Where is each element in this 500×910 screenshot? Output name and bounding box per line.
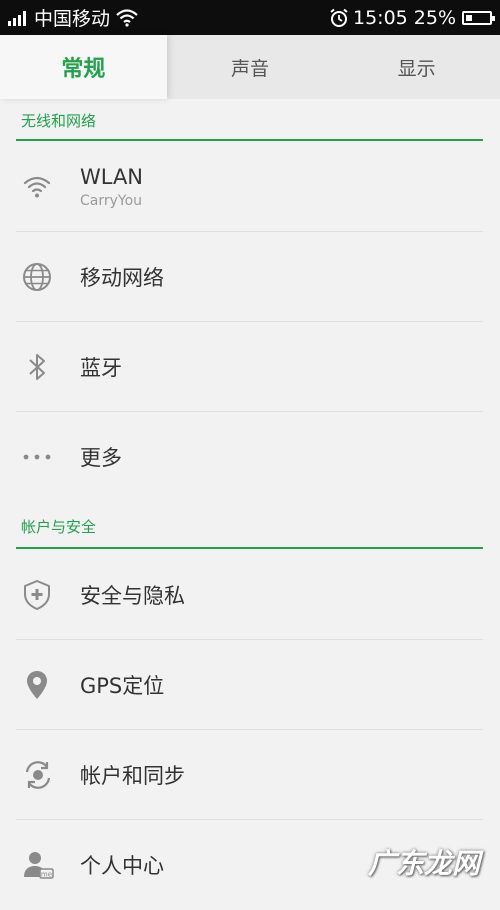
location-pin-icon: [22, 669, 72, 701]
settings-tabs: 常规 声音 显示: [0, 35, 500, 99]
carrier-label: 中国移动: [34, 8, 111, 30]
tab-sound[interactable]: 声音: [167, 35, 334, 99]
settings-item-title: 更多: [80, 446, 122, 470]
settings-item-title: 蓝牙: [80, 355, 122, 380]
settings-item-bluetooth[interactable]: 蓝牙: [16, 322, 483, 412]
settings-item-title: 安全与隐私: [80, 583, 185, 608]
tab-display[interactable]: 显示: [333, 35, 500, 99]
settings-item-more[interactable]: 更多: [16, 412, 483, 502]
bluetooth-icon: [22, 351, 72, 383]
watermark-logo: 广东龙网: [367, 847, 480, 880]
section-header-wireless: 无线和网络: [16, 110, 483, 141]
settings-item-gps[interactable]: GPS定位: [16, 640, 483, 730]
settings-item-subtitle: CarryYou: [80, 192, 143, 209]
section-header-account-security: 帐户与安全: [16, 516, 483, 549]
shield-icon: [22, 579, 72, 611]
tab-general[interactable]: 常规: [0, 35, 167, 99]
settings-item-security-privacy[interactable]: 安全与隐私: [16, 550, 483, 640]
more-dots-icon: [22, 452, 72, 462]
sync-icon: [22, 759, 72, 791]
settings-item-wlan[interactable]: WLAN CarryYou: [16, 142, 483, 232]
status-bar: 中国移动 15:05 25%: [0, 0, 500, 35]
clock-time: 15:05: [353, 6, 408, 29]
alarm-icon: [329, 8, 349, 28]
user-icon: me: [22, 849, 72, 881]
settings-item-title: GPS定位: [80, 673, 165, 698]
settings-item-title: WLAN: [80, 164, 144, 189]
wifi-icon: [22, 174, 72, 200]
settings-item-account-sync[interactable]: 帐户和同步: [16, 730, 483, 820]
globe-icon: [22, 262, 72, 292]
signal-icon: [8, 10, 26, 26]
battery-percent: 25%: [413, 6, 456, 29]
svg-text:me: me: [41, 871, 52, 879]
wifi-status-icon: [116, 8, 138, 27]
battery-icon: [462, 10, 495, 25]
settings-item-title: 帐户和同步: [80, 763, 185, 788]
settings-item-title: 移动网络: [80, 265, 164, 290]
settings-item-title: 个人中心: [80, 854, 164, 878]
settings-item-mobile-network[interactable]: 移动网络: [16, 232, 483, 322]
